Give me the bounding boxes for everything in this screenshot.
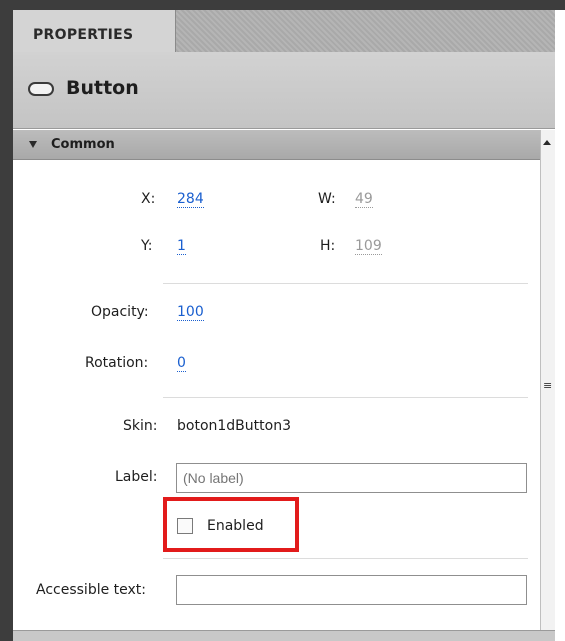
properties-content xyxy=(13,160,540,630)
enabled-label[interactable]: Enabled xyxy=(207,518,264,534)
x-label: X: xyxy=(141,191,156,207)
component-header: Button xyxy=(13,52,555,129)
section-title: Common xyxy=(51,137,115,152)
section-header-common[interactable]: Common xyxy=(13,130,540,160)
panel-bottom-bar xyxy=(13,630,555,641)
opacity-value[interactable]: 100 xyxy=(177,304,204,321)
collapse-triangle-icon[interactable] xyxy=(29,141,37,148)
accessible-text-input[interactable] xyxy=(176,575,527,605)
window-border-left xyxy=(0,0,13,641)
tab-properties[interactable]: PROPERTIES xyxy=(13,10,176,53)
divider xyxy=(163,283,528,284)
tab-properties-label: PROPERTIES xyxy=(33,27,134,43)
divider xyxy=(163,558,528,559)
opacity-label: Opacity: xyxy=(91,304,149,320)
button-component-icon xyxy=(28,82,54,96)
w-label: W: xyxy=(318,191,336,207)
y-value[interactable]: 1 xyxy=(177,238,186,255)
scroll-grip-icon[interactable]: ≡ xyxy=(543,380,552,391)
label-input[interactable] xyxy=(176,463,527,493)
window-border-top xyxy=(0,0,565,10)
label-field-label: Label: xyxy=(115,469,158,485)
divider xyxy=(163,397,528,398)
rotation-label: Rotation: xyxy=(85,355,149,371)
h-value: 109 xyxy=(355,238,382,255)
scroll-up-arrow-icon[interactable] xyxy=(543,140,551,145)
enabled-checkbox[interactable] xyxy=(177,518,193,534)
skin-value: boton1dButton3 xyxy=(177,418,291,434)
accessible-text-label: Accessible text: xyxy=(36,582,147,598)
h-label: H: xyxy=(320,238,336,254)
y-label: Y: xyxy=(141,238,153,254)
rotation-value[interactable]: 0 xyxy=(177,355,186,372)
component-title: Button xyxy=(66,77,139,99)
w-value: 49 xyxy=(355,191,373,208)
x-value[interactable]: 284 xyxy=(177,191,204,208)
skin-label: Skin: xyxy=(123,418,158,434)
